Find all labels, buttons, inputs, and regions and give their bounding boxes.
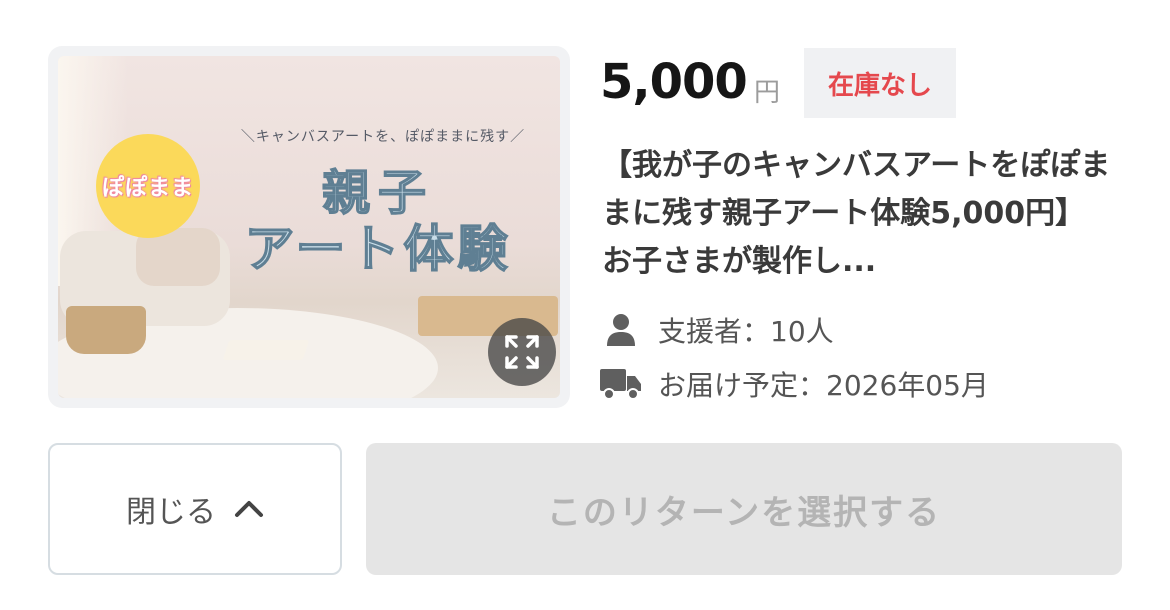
supporters-row: 支援者：10人 — [600, 310, 834, 350]
supporters-count: 支援者：10人 — [658, 315, 834, 348]
thumbnail-title-line1: 親子 — [321, 165, 434, 222]
expand-image-button[interactable] — [488, 318, 556, 386]
reward-title: 【我が子のキャンバスアートをぽぽままに残す親子アート体験5,000円】 お子さま… — [602, 148, 1111, 279]
thumbnail-image: ぽぽまま ＼キャンバスアートを、ぽぽままに残す／ 親子 アート体験 — [58, 56, 560, 398]
brand-logo-text: ぽぽまま — [101, 176, 194, 201]
truck-icon — [600, 366, 642, 402]
basket-illustration — [66, 306, 146, 354]
reward-card: ぽぽまま ＼キャンバスアートを、ぽぽままに残す／ 親子 アート体験 5,000 … — [0, 0, 1170, 610]
close-button[interactable]: 閉じる — [48, 443, 342, 575]
chevron-up-icon — [234, 499, 264, 519]
delivery-date: お届け予定：2026年05月 — [658, 369, 989, 402]
select-reward-label: このリターンを選択する — [546, 492, 942, 533]
reward-price: 5,000 — [600, 54, 748, 110]
brand-logo-badge: ぽぽまま — [96, 134, 200, 238]
stock-status-badge: 在庫なし — [804, 48, 956, 118]
thumbnail-title-line2: アート体験 — [244, 220, 512, 279]
thumbnail-subtitle: ＼キャンバスアートを、ぽぽままに残す／ — [240, 129, 526, 145]
select-reward-button[interactable]: このリターンを選択する — [366, 443, 1122, 575]
currency-label: 円 — [754, 78, 781, 108]
expand-icon — [505, 335, 539, 369]
delivery-row: お届け予定：2026年05月 — [600, 364, 989, 404]
reward-thumbnail: ぽぽまま ＼キャンバスアートを、ぽぽままに残す／ 親子 アート体験 — [48, 46, 570, 408]
book-illustration — [222, 340, 310, 360]
close-button-label: 閉じる — [126, 495, 216, 530]
person-icon — [600, 312, 642, 348]
thumbnail-title: 親子 アート体験 — [208, 165, 548, 279]
